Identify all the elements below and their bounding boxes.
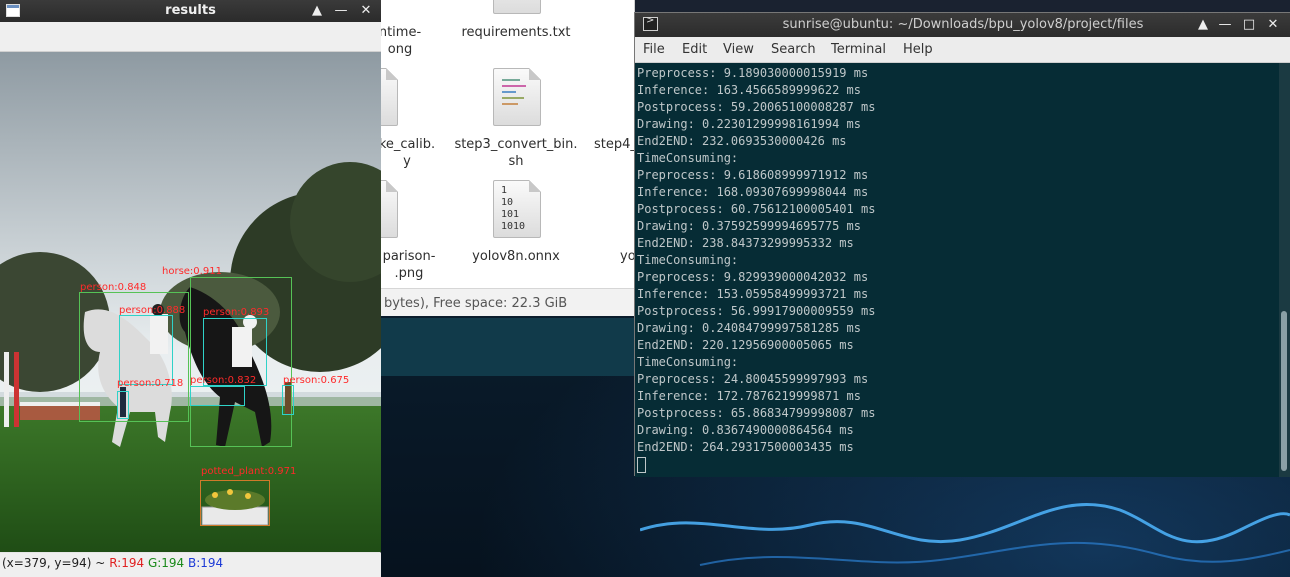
close-icon[interactable]: ✕: [356, 2, 376, 20]
terminal-line: Inference: 153.05958499993721 ms: [637, 287, 869, 301]
terminal-window: sunrise@ubuntu: ~/Downloads/bpu_yolov8/p…: [634, 12, 1290, 477]
terminal-line: Drawing: 0.24084799997581285 ms: [637, 321, 861, 335]
detection-label-person-3: person:0.893: [203, 307, 270, 318]
detection-label-potted-plant: potted_plant:0.971: [201, 466, 297, 477]
close-icon[interactable]: ✕: [1263, 16, 1283, 34]
terminal-title: sunrise@ubuntu: ~/Downloads/bpu_yolov8/p…: [782, 17, 1144, 32]
minimize-icon[interactable]: —: [1215, 16, 1235, 34]
terminal-line: End2END: 238.84373299995332 ms: [637, 236, 854, 250]
terminal-line: Postprocess: 60.75612100005401 ms: [637, 202, 876, 216]
results-toolbar: [0, 22, 381, 52]
pixel-red-value: R:194: [109, 556, 145, 570]
detection-label-horse: horse:0.911: [162, 266, 222, 277]
terminal-scrollbar[interactable]: [1279, 63, 1290, 477]
file-item-label[interactable]: ntime- ong: [380, 24, 430, 58]
results-window: results ▲ — ✕ horse:0.911 person:0.848 p…: [0, 0, 381, 577]
terminal-line: Postprocess: 59.20065100008287 ms: [637, 100, 876, 114]
maximize-up-icon[interactable]: ▲: [1193, 16, 1213, 34]
shell-script-icon: [493, 68, 541, 126]
detection-label-person-4: person:0.718: [117, 378, 184, 389]
desktop-teal-band: [380, 318, 640, 376]
terminal-line: End2END: 220.12956900005065 ms: [637, 338, 854, 352]
file-item-step4[interactable]: step4_: [594, 136, 634, 153]
terminal-output[interactable]: Preprocess: 9.189030000015919 ms Inferenc…: [635, 63, 1279, 477]
restore-icon[interactable]: □: [1239, 16, 1259, 34]
menu-terminal[interactable]: Terminal: [831, 42, 886, 57]
terminal-line: TimeConsuming:: [637, 355, 739, 369]
detection-box-person-rider1: [119, 315, 173, 385]
detection-box-person-spectator1: [117, 391, 129, 419]
results-titlebar[interactable]: results ▲ — ✕: [0, 0, 381, 22]
file-manager-status-bar: bytes), Free space: 22.3 GiB: [380, 288, 634, 316]
detection-box-person-spectator2: [282, 385, 294, 415]
text-file-icon: [493, 0, 541, 14]
menu-file[interactable]: File: [643, 42, 665, 57]
detection-label-person-6: person:0.675: [283, 375, 350, 386]
terminal-line: Drawing: 0.37592599994695775 ms: [637, 219, 861, 233]
file-item-yolov8n-onnx[interactable]: yolov8n.onnx: [466, 248, 566, 265]
terminal-menubar: File Edit View Search Terminal Help: [635, 37, 1290, 63]
terminal-line: Inference: 168.09307699998044 ms: [637, 185, 869, 199]
detection-box-potted-plant: [200, 480, 270, 526]
file-item-yo[interactable]: yo: [620, 248, 634, 265]
terminal-titlebar[interactable]: sunrise@ubuntu: ~/Downloads/bpu_yolov8/p…: [635, 13, 1290, 37]
detection-box-person-5: [190, 386, 245, 406]
terminal-line: End2END: 232.0693530000426 ms: [637, 134, 847, 148]
menu-view[interactable]: View: [723, 42, 754, 57]
terminal-line: Inference: 172.7876219999871 ms: [637, 389, 861, 403]
pixel-green-value: G:194: [147, 556, 185, 570]
desktop-wallpaper-wave: [640, 503, 1290, 566]
image-file-icon: [380, 180, 398, 238]
terminal-line: End2END: 264.29317500003435 ms: [637, 440, 854, 454]
file-item-calib[interactable]: ke_calib. y: [380, 136, 442, 170]
terminal-line: Drawing: 0.22301299998161994 ms: [637, 117, 861, 131]
terminal-line: Preprocess: 9.189030000015919 ms: [637, 66, 869, 80]
file-item-comparison[interactable]: parison- .png: [380, 248, 444, 282]
file-manager-window: ntime- ong requirements.txt ke_calib. y …: [380, 0, 635, 316]
pixel-blue-value: B:194: [188, 556, 224, 570]
terminal-cursor: [637, 456, 646, 473]
terminal-line: Preprocess: 9.829939000042032 ms: [637, 270, 869, 284]
terminal-line: TimeConsuming:: [637, 253, 739, 267]
detection-image[interactable]: horse:0.911 person:0.848 person:0.888 pe…: [0, 52, 381, 552]
detection-label-person-2: person:0.888: [119, 305, 186, 316]
detection-label-person-1: person:0.848: [80, 282, 147, 293]
terminal-line: Postprocess: 56.99917900009559 ms: [637, 304, 876, 318]
terminal-line: Inference: 163.4566589999622 ms: [637, 83, 861, 97]
maximize-up-icon[interactable]: ▲: [307, 2, 327, 20]
python-file-icon: [380, 68, 398, 126]
binary-file-icon: 1 10 101 1010: [493, 180, 541, 238]
desktop-top-strip: [625, 0, 1290, 12]
terminal-line: TimeConsuming:: [637, 151, 739, 165]
terminal-line: Preprocess: 24.80045599997993 ms: [637, 372, 869, 386]
file-item-step3[interactable]: step3_convert_bin. sh: [446, 136, 586, 170]
menu-search[interactable]: Search: [771, 42, 816, 57]
terminal-line: Postprocess: 65.86834799998087 ms: [637, 406, 876, 420]
menu-edit[interactable]: Edit: [682, 42, 707, 57]
minimize-icon[interactable]: —: [331, 2, 351, 20]
file-item-requirements[interactable]: requirements.txt: [456, 24, 576, 41]
detection-label-person-5: person:0.832: [190, 375, 257, 386]
terminal-line: Drawing: 0.8367490000864564 ms: [637, 423, 854, 437]
terminal-scrollbar-thumb[interactable]: [1281, 311, 1287, 471]
results-status-bar: (x=379, y=94) ~ R:194 G:194 B:194: [0, 553, 381, 577]
cursor-coordinates: (x=379, y=94) ~: [2, 556, 106, 570]
terminal-line: Preprocess: 9.618608999971912 ms: [637, 168, 869, 182]
terminal-prompt-line[interactable]: [637, 456, 1279, 473]
menu-help[interactable]: Help: [903, 42, 933, 57]
